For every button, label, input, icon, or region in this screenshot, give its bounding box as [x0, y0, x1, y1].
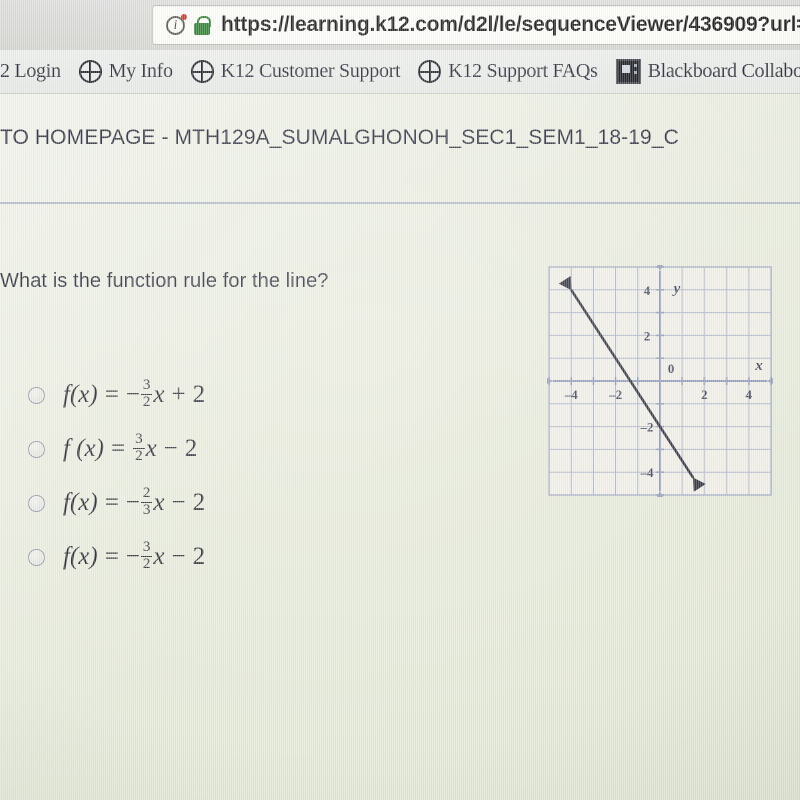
fraction-denominator: 2: [140, 555, 153, 572]
course-header: TO HOMEPAGE - MTH129A_SUMALGHONOH_SEC1_S…: [0, 126, 800, 150]
fraction-numerator: 2: [142, 485, 151, 502]
expr-sign: −: [125, 489, 140, 516]
bookmark-login[interactable]: 2 Login: [0, 60, 70, 83]
expr-variable: x: [145, 435, 157, 462]
coordinate-graph: –4 –2 2 4 4 2 –2 –4 0 y x: [547, 265, 773, 497]
expr-equals: =: [104, 489, 119, 516]
answer-option-a[interactable]: f(x) = − 3 2 x + 2: [28, 368, 205, 422]
expr-constant: 2: [192, 543, 206, 570]
expr-fraction: 3 2: [133, 431, 145, 464]
expr-constant: 2: [184, 435, 198, 462]
blackboard-icon: [615, 59, 641, 84]
address-bar[interactable]: i https://learning.k12.com/d2l/le/sequen…: [152, 5, 800, 45]
expr-sign: −: [125, 381, 140, 408]
header-divider: [0, 202, 800, 204]
answer-expression-d: f(x) = − 3 2 x − 2: [63, 539, 206, 573]
expr-equals: =: [104, 381, 119, 408]
bookmark-my-info[interactable]: My Info: [70, 60, 182, 83]
bookmark-label: My Info: [108, 60, 173, 82]
svg-text:2: 2: [701, 387, 708, 402]
answer-option-d[interactable]: f(x) = − 3 2 x − 2: [28, 530, 205, 584]
graph-svg: –4 –2 2 4 4 2 –2 –4 0 y x: [547, 265, 773, 497]
globe-icon: [190, 60, 214, 83]
svg-text:–4: –4: [564, 387, 579, 402]
fraction-numerator: 3: [135, 431, 143, 448]
answer-option-c[interactable]: f(x) = − 2 3 x − 2: [28, 476, 205, 530]
expr-lhs: f(x): [63, 543, 98, 570]
expr-variable: x: [153, 543, 165, 570]
svg-text:4: 4: [746, 387, 753, 402]
svg-text:–2: –2: [640, 420, 654, 435]
course-title: TO HOMEPAGE - MTH129A_SUMALGHONOH_SEC1_S…: [0, 126, 679, 149]
answer-options-list: f(x) = − 3 2 x + 2 f (x) = 3 2 x − 2 f(x…: [28, 368, 205, 584]
expr-constant: 2: [192, 489, 206, 516]
globe-icon: [78, 60, 102, 83]
fraction-numerator: 3: [142, 539, 151, 556]
fraction-denominator: 2: [133, 447, 145, 464]
expr-operator: −: [171, 489, 186, 516]
bookmark-k12-customer-support[interactable]: K12 Customer Support: [182, 60, 410, 83]
fraction-denominator: 2: [140, 393, 153, 410]
bookmark-label: K12 Customer Support: [220, 60, 401, 82]
expr-equals: =: [104, 543, 119, 570]
browser-toolbar: i https://learning.k12.com/d2l/le/sequen…: [0, 0, 800, 50]
bookmark-blackboard-collaborate[interactable]: Blackboard Collaborat: [607, 59, 800, 84]
bookmark-label: 2 Login: [0, 60, 61, 82]
bookmark-label: K12 Support FAQs: [448, 60, 598, 82]
expr-constant: 2: [192, 381, 206, 408]
answer-expression-a: f(x) = − 3 2 x + 2: [63, 377, 206, 411]
expr-sign: −: [125, 543, 140, 570]
origin-label: 0: [668, 361, 675, 376]
expr-fraction: 3 2: [140, 539, 153, 572]
info-circle-icon[interactable]: i: [166, 13, 187, 35]
radio-button-c[interactable]: [28, 494, 45, 512]
globe-icon: [418, 60, 442, 83]
radio-button-a[interactable]: [28, 386, 45, 404]
expr-equals: =: [110, 435, 126, 462]
radio-button-d[interactable]: [28, 548, 45, 566]
expr-operator: −: [171, 543, 186, 570]
bookmarks-bar: 2 Login My Info K12 Customer Support K12…: [0, 50, 800, 94]
fraction-denominator: 3: [140, 501, 153, 518]
padlock-secure-icon[interactable]: [194, 15, 211, 35]
expr-fraction: 3 2: [140, 377, 153, 410]
svg-text:2: 2: [644, 328, 651, 343]
x-axis-label: x: [754, 358, 763, 374]
expr-lhs: f (x): [63, 435, 104, 462]
expr-operator: −: [163, 435, 178, 462]
url-text: https://learning.k12.com/d2l/le/sequence…: [221, 13, 800, 36]
expr-fraction: 2 3: [140, 485, 153, 518]
expr-lhs: f(x): [63, 381, 98, 408]
bookmark-k12-support-faqs[interactable]: K12 Support FAQs: [409, 60, 606, 83]
radio-button-b[interactable]: [28, 440, 45, 458]
expr-operator: +: [171, 381, 186, 408]
y-axis-label: y: [672, 281, 681, 297]
svg-text:4: 4: [644, 283, 651, 298]
svg-text:–2: –2: [608, 387, 622, 402]
answer-expression-c: f(x) = − 2 3 x − 2: [63, 485, 206, 519]
expr-lhs: f(x): [63, 489, 98, 516]
answer-option-b[interactable]: f (x) = 3 2 x − 2: [28, 422, 205, 476]
expr-variable: x: [153, 489, 165, 516]
svg-text:–4: –4: [640, 465, 655, 480]
expr-variable: x: [153, 381, 165, 408]
bookmark-label: Blackboard Collaborat: [647, 60, 800, 82]
fraction-numerator: 3: [142, 377, 151, 394]
answer-expression-b: f (x) = 3 2 x − 2: [63, 431, 198, 465]
question-text: What is the function rule for the line?: [0, 270, 329, 292]
